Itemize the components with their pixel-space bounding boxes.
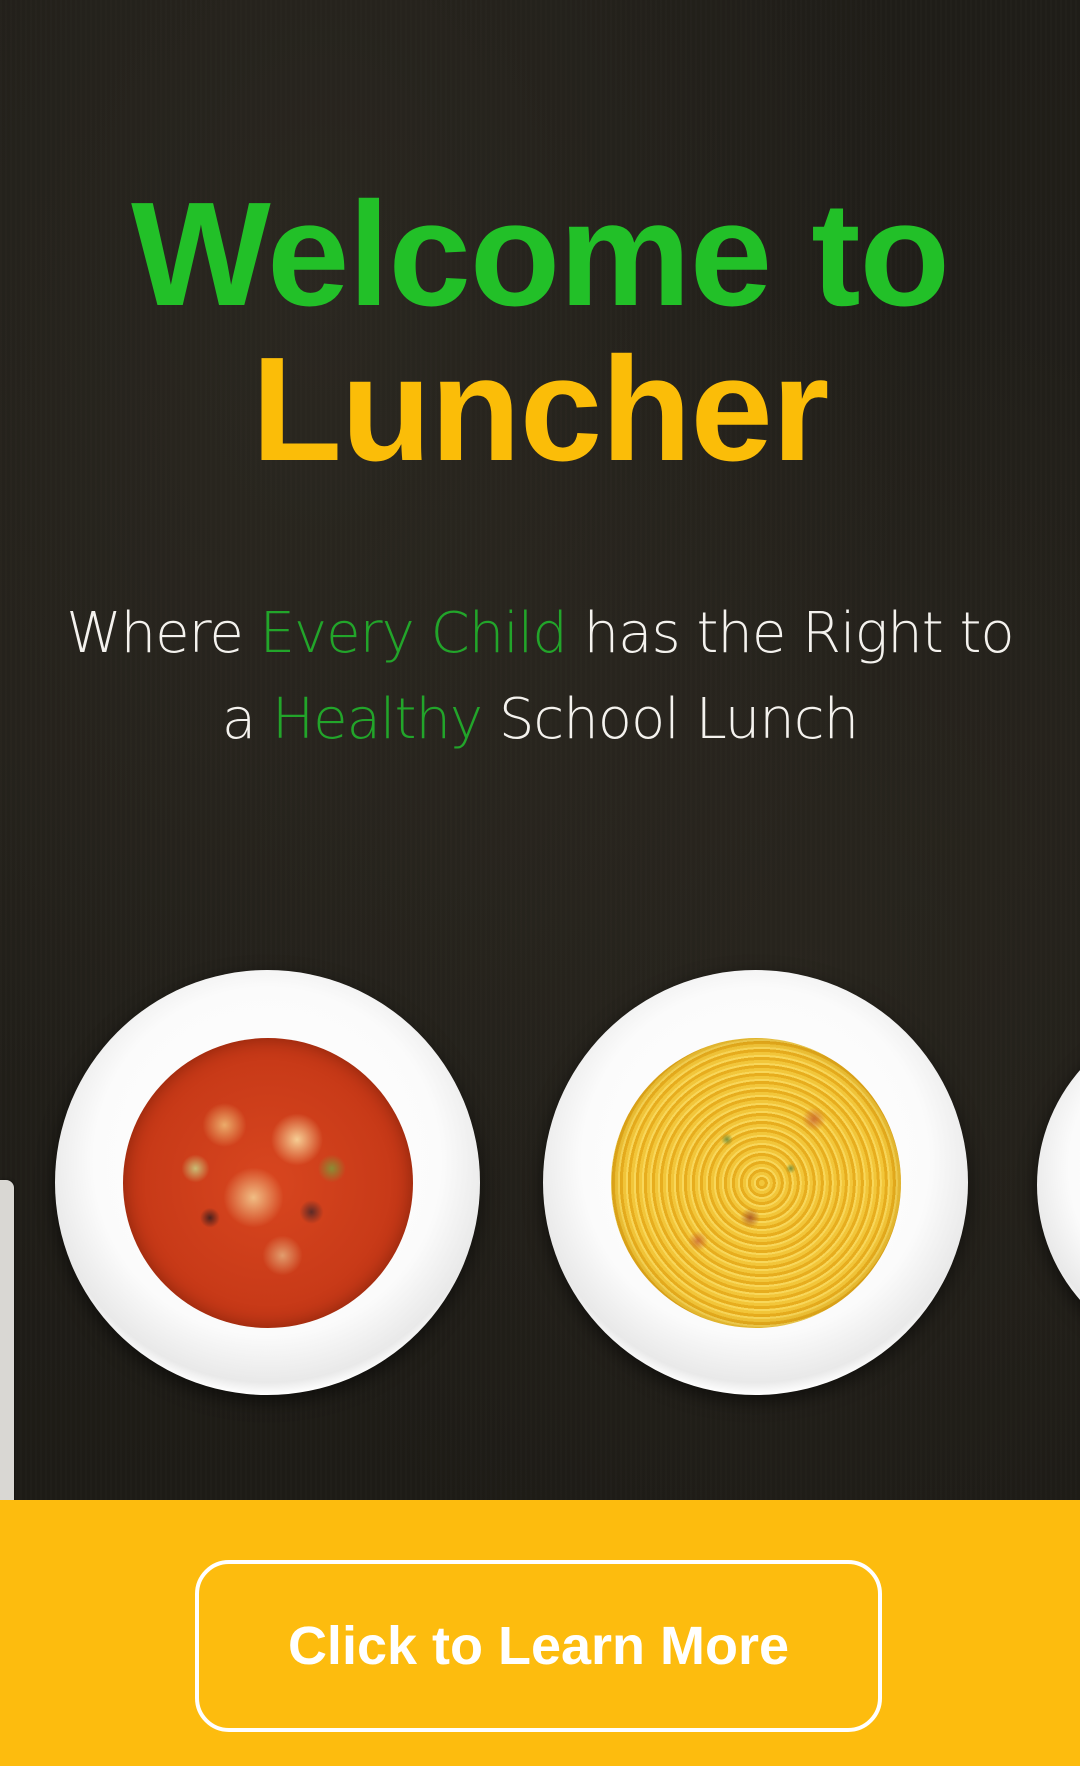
spaghetti-image: [611, 1038, 901, 1328]
tagline-highlight-healthy: Healthy: [272, 687, 483, 752]
tagline-highlight-every-child: Every Child: [259, 601, 568, 666]
tagline-text: School Lunch: [482, 687, 859, 752]
dish-plate-soup: [55, 970, 480, 1395]
dish-plate-spaghetti: [543, 970, 968, 1395]
footer-bar: Click to Learn More: [0, 1500, 1080, 1766]
welcome-title: Welcome to: [131, 172, 950, 337]
brand-title: Luncher: [251, 327, 830, 492]
tagline: Where Every Child has the Right to a Hea…: [60, 591, 1020, 763]
soup-image: [123, 1038, 413, 1328]
dish-plate-partial: [1037, 1010, 1080, 1360]
tagline-text: Where: [66, 601, 260, 666]
hero-section: Welcome to Luncher Where Every Child has…: [0, 0, 1080, 1500]
learn-more-button[interactable]: Click to Learn More: [195, 1560, 882, 1732]
